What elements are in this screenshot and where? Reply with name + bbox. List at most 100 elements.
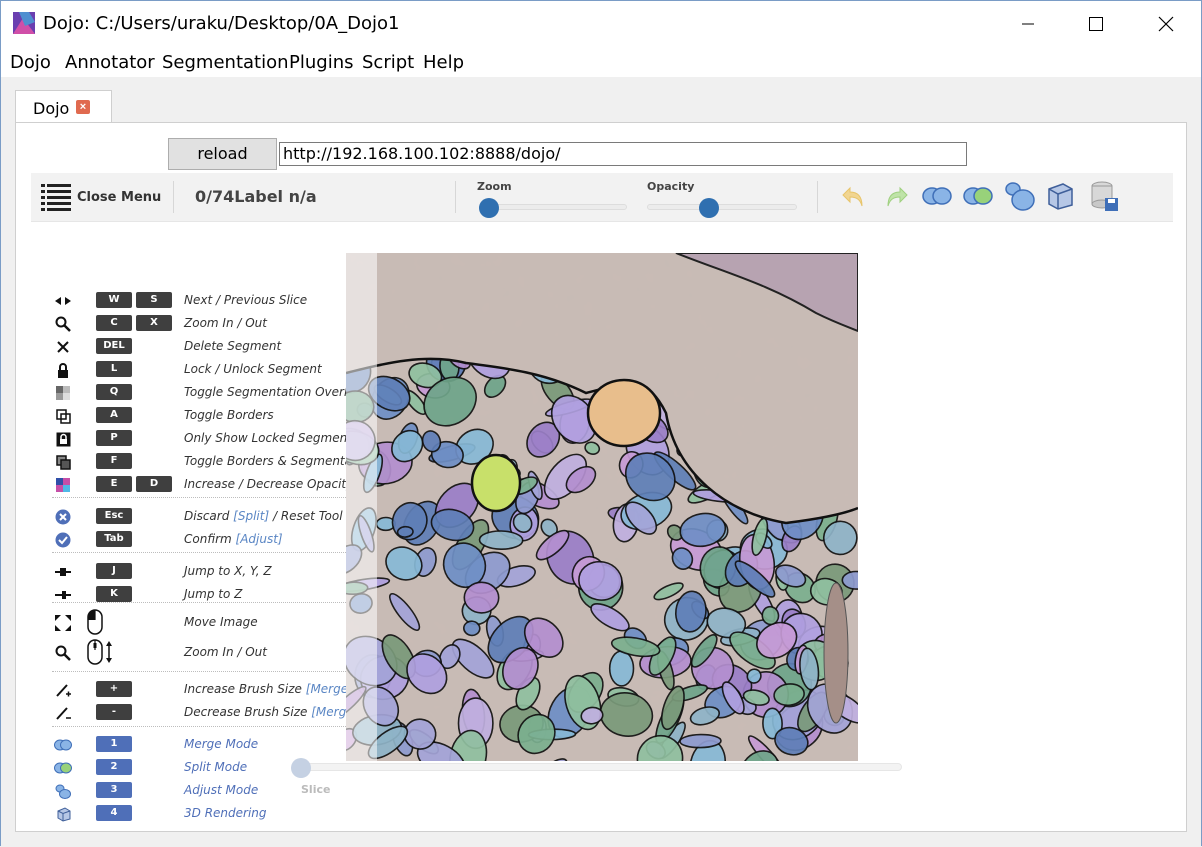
menu-annotator[interactable]: Annotator (65, 52, 155, 73)
menu-segmentation[interactable]: Segmentation (162, 52, 289, 73)
shortcut-description: Toggle Segmentation Overlay (184, 385, 362, 399)
close-icon (1158, 16, 1174, 32)
shortcut-row: 1 Merge Mode (52, 735, 362, 755)
jump-z-icon (54, 587, 72, 603)
key-badge: P (96, 430, 132, 446)
toolbar-divider (173, 181, 174, 213)
hamburger-menu-icon[interactable] (41, 183, 71, 211)
opacity-slider-track[interactable] (647, 204, 797, 210)
shortcut-description: 3D Rendering (184, 806, 267, 820)
key-badge: Tab (96, 531, 132, 547)
opacity-slider-knob[interactable] (699, 198, 719, 218)
zoom-label: Zoom (477, 180, 512, 193)
shortcut-row: J Jump to X, Y, Z (52, 562, 362, 582)
undo-icon[interactable] (837, 179, 871, 213)
shortcut-description: Jump to X, Y, Z (184, 564, 272, 578)
key-badge: 2 (96, 759, 132, 775)
lock-box-icon (54, 431, 72, 447)
segment-cell (463, 620, 481, 637)
shortcut-divider (52, 671, 364, 672)
shortcut-description: Toggle Borders (184, 408, 274, 422)
shortcut-row: Esc Discard [Split] / Reset Tool (52, 507, 362, 527)
slice-slider-knob[interactable] (291, 758, 311, 778)
menu-plugins[interactable]: Plugins (289, 52, 353, 73)
arrows-icon (54, 293, 72, 309)
dojo-content: reload http://192.168.100.102:8888/dojo/… (15, 122, 1187, 832)
x-icon (54, 339, 72, 355)
key-badge: 3 (96, 782, 132, 798)
shortcut-description: Adjust Mode (184, 783, 259, 797)
segment-cell (478, 530, 524, 551)
shortcut-description: Zoom In / Out (184, 645, 267, 659)
opacity-icon (54, 477, 72, 493)
app-icon (13, 12, 35, 34)
shortcut-row: Tab Confirm [Adjust] (52, 530, 362, 550)
reload-button[interactable]: reload (168, 138, 277, 170)
close-menu-button[interactable]: Close Menu (77, 190, 161, 205)
opacity-label: Opacity (647, 180, 695, 193)
label-info: 0/74Label n/a (195, 187, 317, 206)
key-badge: 4 (96, 805, 132, 821)
shortcut-description: Merge Mode (184, 737, 259, 751)
menu-script[interactable]: Script (362, 52, 414, 73)
shortcut-row: Q Toggle Segmentation Overlay (52, 383, 362, 403)
shortcut-row: E D Increase / Decrease Opacity (52, 475, 362, 495)
shortcut-row: DEL Delete Segment (52, 337, 362, 357)
zoom-slider-knob[interactable] (479, 198, 499, 218)
magnifier-icon (54, 645, 72, 661)
dojo-toolbar: Close Menu 0/74Label n/a Zoom Opacity (31, 173, 1173, 222)
toolbar-divider (455, 181, 456, 213)
shortcut-description: Discard [Split] / Reset Tool (184, 509, 343, 523)
shortcut-description: Move Image (184, 615, 258, 629)
menu-dojo[interactable]: Dojo (10, 52, 51, 73)
key-badge: S (136, 292, 172, 308)
maximize-button[interactable] (1073, 1, 1119, 47)
tab-area: Dojo × reload http://192.168.100.102:888… (1, 77, 1201, 847)
key-badge: DEL (96, 338, 132, 354)
slice-slider-track[interactable] (302, 763, 902, 771)
url-field[interactable]: http://192.168.100.102:8888/dojo/ (279, 142, 967, 166)
shortcut-description: Increase / Decrease Opacity (184, 477, 354, 491)
3d-mode-icon (54, 806, 72, 822)
minimize-button[interactable] (1005, 1, 1051, 47)
split-mode-icon (54, 760, 72, 776)
split-icon[interactable] (961, 179, 995, 213)
close-button[interactable] (1143, 1, 1189, 47)
shortcut-description: Next / Previous Slice (184, 293, 308, 307)
key-badge: W (96, 292, 132, 308)
shortcut-row: F Toggle Borders & Segmentation (52, 452, 375, 472)
shortcut-divider (52, 726, 364, 727)
key-badge: C (96, 315, 132, 331)
menu-help[interactable]: Help (423, 52, 464, 73)
tab-dojo[interactable]: Dojo × (15, 90, 112, 123)
shortcut-row: Zoom In / Out (52, 639, 362, 665)
save-icon[interactable] (1088, 179, 1122, 213)
shortcut-divider (52, 497, 364, 498)
merge-icon[interactable] (920, 179, 954, 213)
key-badge: X (136, 315, 172, 331)
em-image-viewer[interactable] (346, 253, 858, 761)
shortcut-divider (52, 602, 364, 603)
brush-minus-icon (54, 705, 72, 721)
shortcut-row: Move Image (52, 609, 362, 635)
shortcut-description: Delete Segment (184, 339, 282, 353)
tab-label: Dojo (33, 99, 70, 118)
segmentation-image (346, 253, 858, 761)
segment-cell (396, 525, 414, 538)
shortcut-description: Jump to Z (184, 587, 243, 601)
mouse-left-icon (84, 609, 106, 640)
magnifier-icon (54, 316, 72, 332)
shortcut-row: 4 3D Rendering (52, 804, 362, 824)
minimize-icon (1022, 23, 1034, 25)
shortcut-row: + Increase Brush Size [Merge] (52, 680, 362, 700)
zoom-slider-track[interactable] (479, 204, 627, 210)
adjust-icon[interactable] (1003, 179, 1037, 213)
tab-close-icon[interactable]: × (76, 100, 90, 114)
title-bar: Dojo: C:/Users/uraku/Desktop/0A_Dojo1 (1, 1, 1201, 47)
3d-render-icon[interactable] (1043, 179, 1077, 213)
borders-seg-icon (54, 454, 72, 470)
redo-icon[interactable] (879, 179, 913, 213)
key-badge: K (96, 586, 132, 602)
shortcut-row: L Lock / Unlock Segment (52, 360, 362, 380)
key-badge: 1 (96, 736, 132, 752)
